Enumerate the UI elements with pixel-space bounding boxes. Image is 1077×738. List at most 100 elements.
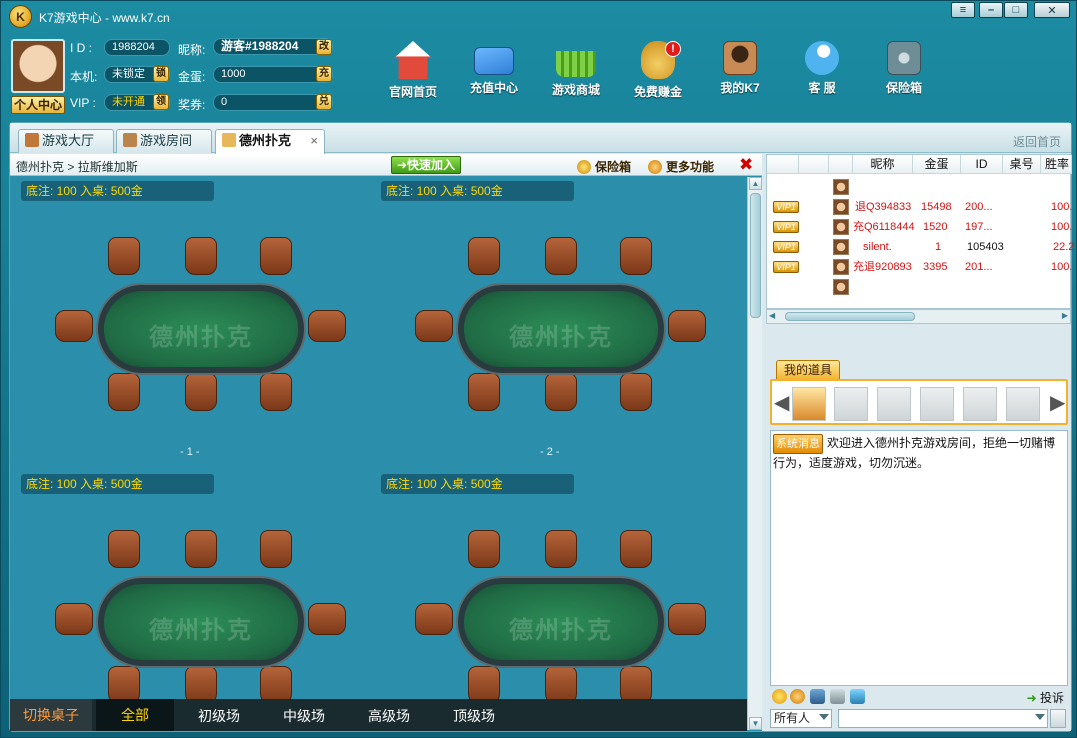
seat[interactable] — [108, 530, 140, 568]
col-header-gold[interactable]: 金蛋 — [913, 155, 961, 174]
close-window-button[interactable]: ✕ — [1034, 2, 1070, 18]
item-slot[interactable] — [834, 387, 868, 421]
seat[interactable] — [415, 310, 453, 342]
switch-table-button[interactable]: 切换桌子 — [10, 699, 92, 731]
lock-badge-button[interactable]: 锁 — [153, 66, 169, 82]
report-button[interactable]: ➜ 投诉 — [1027, 689, 1064, 706]
poker-table[interactable]: 德州扑克 — [458, 578, 664, 666]
player-list-hscrollbar[interactable]: ◀ ▶ — [766, 309, 1071, 324]
user-avatar[interactable] — [11, 39, 65, 93]
seat[interactable] — [308, 310, 346, 342]
filter-intermediate[interactable]: 中级场 — [283, 706, 325, 726]
redeem-badge-button[interactable]: 兑 — [316, 94, 332, 110]
seat[interactable] — [108, 237, 140, 275]
seat[interactable] — [620, 530, 652, 568]
player-row[interactable]: VIP1 充Q6118444 1520 197... 100.0 — [767, 217, 1072, 237]
close-tab-icon[interactable]: × — [310, 130, 318, 152]
close-room-button[interactable]: ✖ — [739, 156, 755, 174]
screenshot-icon[interactable] — [850, 689, 865, 704]
seat[interactable] — [545, 373, 577, 411]
scroll-thumb[interactable] — [750, 193, 761, 318]
maximize-button[interactable]: □ — [1004, 2, 1028, 18]
clear-icon[interactable] — [810, 689, 825, 704]
tab-texas-holdem[interactable]: 德州扑克 × — [215, 129, 325, 154]
nav-my-k7[interactable]: 我的K7 — [709, 41, 771, 101]
recharge-badge-button[interactable]: 充 — [316, 66, 332, 82]
scroll-thumb[interactable] — [785, 312, 915, 321]
seat[interactable] — [108, 666, 140, 699]
seat[interactable] — [185, 530, 217, 568]
nav-customer-service[interactable]: 客 服 — [791, 41, 853, 101]
tab-game-room[interactable]: 游戏房间 — [116, 129, 212, 153]
player-row[interactable]: 卖Q6118444 0 203... 0 — [767, 277, 1072, 297]
more-functions-link[interactable]: 更多功能 — [648, 158, 714, 175]
seat[interactable] — [620, 666, 652, 699]
seat[interactable] — [545, 666, 577, 699]
poker-table[interactable]: 德州扑克 — [98, 285, 304, 373]
seat[interactable] — [260, 237, 292, 275]
seat[interactable] — [468, 530, 500, 568]
seat[interactable] — [468, 237, 500, 275]
breadcrumb-game[interactable]: 德州扑克 — [16, 160, 64, 174]
seat[interactable] — [185, 373, 217, 411]
item-slot[interactable] — [1006, 387, 1040, 421]
tab-game-lobby[interactable]: 游戏大厅 — [18, 129, 114, 153]
items-prev-icon[interactable]: ◀ — [774, 391, 789, 415]
seat[interactable] — [545, 237, 577, 275]
seat[interactable] — [185, 237, 217, 275]
safe-box-link[interactable]: 保险箱 — [577, 158, 631, 175]
room-scrollbar[interactable]: ▲ ▼ — [747, 177, 762, 730]
seat[interactable] — [260, 373, 292, 411]
personal-center-button[interactable]: 个人中心 — [11, 96, 65, 114]
nav-free-gold[interactable]: ! 免费赚金 — [627, 41, 689, 101]
col-header-table[interactable]: 桌号 — [1003, 155, 1041, 174]
player-row[interactable]: VIP1 退Q394833 15498 200... 100.0 — [767, 197, 1072, 217]
back-home-link[interactable]: 返回首页 — [1013, 133, 1061, 150]
settings-icon[interactable] — [790, 689, 805, 704]
seat[interactable] — [55, 603, 93, 635]
seat[interactable] — [260, 666, 292, 699]
seat[interactable] — [415, 603, 453, 635]
filter-all[interactable]: 全部 — [96, 699, 174, 731]
quick-join-button[interactable]: ➜快速加入 — [391, 156, 461, 174]
scroll-up-icon[interactable]: ▲ — [749, 177, 762, 190]
nav-game-mall[interactable]: 游戏商城 — [545, 41, 607, 101]
col-header-nickname[interactable]: 昵称 — [853, 155, 913, 174]
filter-advanced[interactable]: 高级场 — [368, 706, 410, 726]
seat[interactable] — [620, 237, 652, 275]
edit-nickname-button[interactable]: 改 — [316, 39, 332, 55]
seat[interactable] — [668, 310, 706, 342]
item-slot[interactable] — [877, 387, 911, 421]
col-header-winrate[interactable]: 胜率 — [1041, 155, 1072, 174]
nav-safe-box[interactable]: 保险箱 — [873, 41, 935, 101]
emoji-icon[interactable] — [772, 689, 787, 704]
my-items-tab[interactable]: 我的道具 — [776, 360, 840, 380]
item-slot[interactable] — [920, 387, 954, 421]
seat[interactable] — [468, 666, 500, 699]
player-row[interactable]: VIP1 充退920893 3395 201... 100.0 — [767, 257, 1072, 277]
chat-input[interactable] — [838, 709, 1048, 728]
filter-beginner[interactable]: 初级场 — [198, 706, 240, 726]
nav-official-home[interactable]: 官网首页 — [382, 41, 444, 101]
col-header-id[interactable]: ID — [961, 155, 1003, 174]
speaker-icon[interactable] — [830, 689, 845, 704]
seat[interactable] — [545, 530, 577, 568]
seat[interactable] — [308, 603, 346, 635]
seat[interactable] — [55, 310, 93, 342]
menu-button[interactable]: ≡ — [951, 2, 975, 18]
seat[interactable] — [185, 666, 217, 699]
seat[interactable] — [260, 530, 292, 568]
seat[interactable] — [668, 603, 706, 635]
poker-table[interactable]: 德州扑克 — [458, 285, 664, 373]
minimize-button[interactable]: – — [979, 2, 1003, 18]
player-row[interactable]: 游客#19... 1000 198... 0 — [767, 177, 1072, 197]
seat[interactable] — [620, 373, 652, 411]
chat-send-icon[interactable] — [1050, 709, 1066, 728]
seat[interactable] — [108, 373, 140, 411]
scroll-down-icon[interactable]: ▼ — [749, 717, 762, 730]
item-slot[interactable] — [963, 387, 997, 421]
player-row[interactable]: VIP1 silent. 1 105403 22.2 — [767, 237, 1074, 257]
scroll-right-icon[interactable]: ▶ — [1062, 311, 1068, 320]
scroll-left-icon[interactable]: ◀ — [769, 311, 775, 320]
items-next-icon[interactable]: ▶ — [1050, 391, 1065, 415]
